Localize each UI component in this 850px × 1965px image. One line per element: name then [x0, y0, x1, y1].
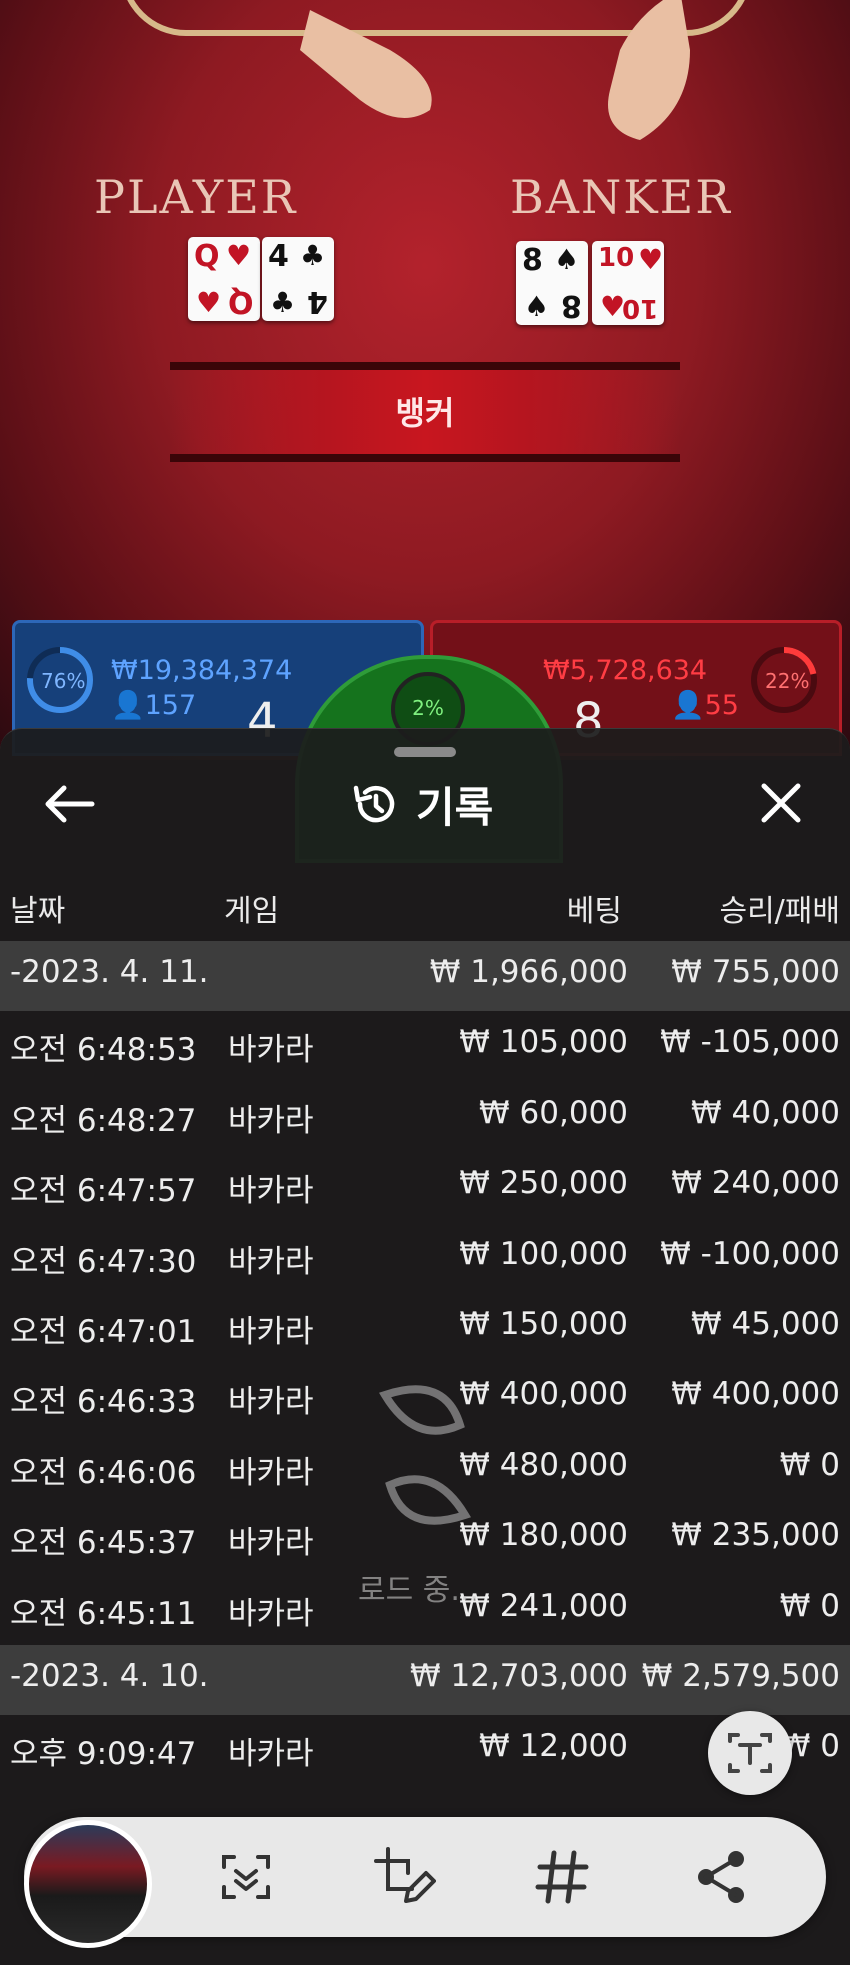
row-win-loss: ₩ 400,000: [671, 1376, 840, 1412]
sheet-drag-handle[interactable]: [394, 747, 456, 757]
row-game: 바카라: [228, 1525, 314, 1561]
history-icon: [353, 785, 395, 823]
date-group-row: -2023. 4. 11. ₩ 1,966,000 ₩ 755,000: [0, 941, 850, 1011]
edit-crop-button[interactable]: [372, 1845, 436, 1909]
row-game: 바카라: [228, 1244, 314, 1280]
banker-card-2: 10 ♥ ♥ 10: [592, 241, 664, 325]
row-date: 오전 6:47:30: [10, 1244, 197, 1280]
row-bet: ₩ 12,703,000: [410, 1658, 628, 1694]
row-date: 오전 6:47:01: [10, 1314, 197, 1350]
row-game: 바카라: [228, 1314, 314, 1350]
row-win-loss: ₩ 755,000: [671, 954, 840, 990]
back-button[interactable]: [40, 782, 96, 826]
row-game: 바카라: [228, 1173, 314, 1209]
row-win-loss: ₩ 45,000: [691, 1306, 840, 1342]
header-date: 날짜: [10, 894, 66, 929]
row-win-loss: ₩ 240,000: [671, 1165, 840, 1201]
row-date: 오전 6:47:57: [10, 1173, 197, 1209]
text-extract-button[interactable]: [708, 1711, 792, 1795]
row-bet: ₩ 400,000: [459, 1376, 628, 1412]
dealer-left-hand: [300, 0, 450, 140]
smart-select-button[interactable]: [214, 1845, 278, 1909]
row-game: 바카라: [228, 1455, 314, 1491]
row-win-loss: ₩ 0: [779, 1588, 840, 1624]
row-bet: ₩ 241,000: [459, 1588, 628, 1624]
row-date: -2023. 4. 11.: [10, 954, 209, 990]
row-date: 오전 6:48:53: [10, 1032, 197, 1068]
header-win-loss: 승리/패배: [719, 894, 840, 929]
close-button[interactable]: [756, 778, 806, 828]
row-date: 오전 6:48:27: [10, 1103, 197, 1139]
dealer-right-hand: [580, 0, 730, 140]
row-game: 바카라: [228, 1103, 314, 1139]
tag-icon: [535, 1850, 589, 1904]
history-row: 오전 6:47:57 바카라 ₩ 250,000 ₩ 240,000: [0, 1152, 850, 1222]
row-game: 바카라: [228, 1736, 314, 1772]
row-date: -2023. 4. 10.: [10, 1658, 209, 1694]
row-win-loss: ₩ 235,000: [671, 1517, 840, 1553]
row-bet: ₩ 1,966,000: [429, 954, 628, 990]
row-date: 오후 9:09:47: [10, 1736, 197, 1772]
row-bet: ₩ 12,000: [479, 1728, 628, 1764]
row-bet: ₩ 105,000: [459, 1024, 628, 1060]
row-date: 오전 6:46:33: [10, 1384, 197, 1420]
history-row: 오전 6:47:01 바카라 ₩ 150,000 ₩ 45,000: [0, 1293, 850, 1363]
smart-select-icon: [222, 1855, 270, 1899]
row-win-loss: ₩ -105,000: [660, 1024, 840, 1060]
screenshot-thumbnail[interactable]: [24, 1820, 152, 1948]
row-win-loss: ₩ -100,000: [660, 1236, 840, 1272]
row-date: 오전 6:46:06: [10, 1455, 197, 1491]
row-bet: ₩ 150,000: [459, 1306, 628, 1342]
banker-title: BANKER: [510, 170, 732, 224]
loading-spinner-icon: [379, 1385, 471, 1525]
user-icon: 👤: [111, 690, 145, 721]
back-arrow-icon: [45, 785, 95, 823]
row-bet: ₩ 480,000: [459, 1447, 628, 1483]
row-bet: ₩ 180,000: [459, 1517, 628, 1553]
edit-crop-icon: [374, 1847, 436, 1903]
header-bet: 베팅: [566, 894, 622, 929]
player-percent: 76%: [41, 669, 86, 693]
history-row: 오전 6:48:53 바카라 ₩ 105,000 ₩ -105,000: [0, 1011, 850, 1081]
player-title: PLAYER: [94, 170, 298, 224]
row-bet: ₩ 250,000: [459, 1165, 628, 1201]
row-game: 바카라: [228, 1384, 314, 1420]
result-text: 뱅커: [395, 394, 455, 432]
result-banner: 뱅커: [170, 362, 680, 462]
row-bet: ₩ 100,000: [459, 1236, 628, 1272]
banker-percent: 22%: [765, 669, 810, 693]
header-game: 게임: [224, 894, 280, 929]
sheet-title-text: 기록: [416, 782, 494, 832]
player-users: 👤157: [111, 690, 197, 721]
row-game: 바카라: [228, 1596, 314, 1632]
date-group-row: -2023. 4. 10. ₩ 12,703,000 ₩ 2,579,500: [0, 1645, 850, 1715]
banker-amount: ₩5,728,634: [543, 655, 708, 686]
player-card-2: 4 ♣ ♣ 4: [262, 237, 334, 321]
share-button[interactable]: [690, 1845, 754, 1909]
row-win-loss: ₩ 2,579,500: [641, 1658, 840, 1694]
share-icon: [698, 1851, 744, 1903]
close-icon: [761, 783, 801, 823]
tag-button[interactable]: [530, 1845, 594, 1909]
row-date: 오전 6:45:11: [10, 1596, 197, 1632]
sheet-title: 기록: [350, 776, 493, 832]
history-row: 오전 6:47:30 바카라 ₩ 100,000 ₩ -100,000: [0, 1223, 850, 1293]
player-card-1: Q ♥ ♥ Q: [188, 237, 260, 321]
loading-text: 로드 중...: [358, 1573, 479, 1608]
row-bet: ₩ 60,000: [479, 1095, 628, 1131]
banker-card-1: 8 ♠ ♠ 8: [516, 241, 588, 325]
banker-users: 👤55: [671, 690, 739, 721]
tie-percent: 2%: [412, 696, 444, 720]
row-date: 오전 6:45:37: [10, 1525, 197, 1561]
row-game: 바카라: [228, 1032, 314, 1068]
row-win-loss: ₩ 40,000: [691, 1095, 840, 1131]
text-extract-icon: [728, 1733, 772, 1773]
user-icon: 👤: [671, 690, 705, 721]
history-row: 오전 6:48:27 바카라 ₩ 60,000 ₩ 40,000: [0, 1082, 850, 1152]
row-win-loss: ₩ 0: [779, 1447, 840, 1483]
player-amount: ₩19,384,374: [111, 655, 293, 686]
